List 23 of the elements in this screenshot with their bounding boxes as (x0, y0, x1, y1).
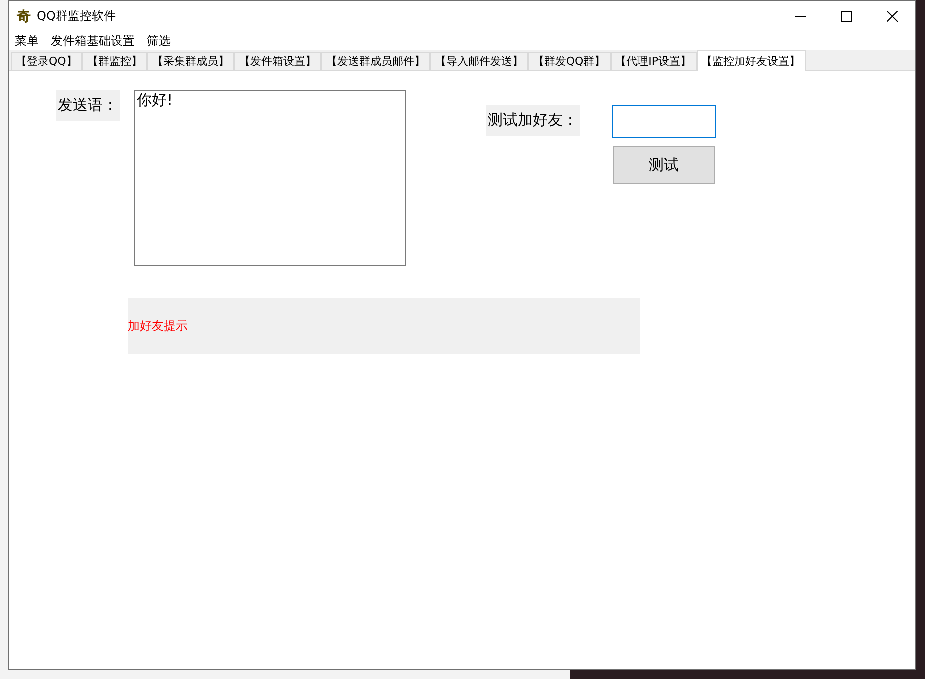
tab[interactable]: 【发送群成员邮件】 (321, 52, 430, 70)
minimize-icon (794, 16, 806, 17)
window-title: QQ群监控软件 (37, 8, 116, 25)
hint-text: 加好友提示 (128, 298, 640, 354)
tab[interactable]: 【导入邮件发送】 (430, 52, 528, 70)
menu-item[interactable]: 菜单 (15, 32, 39, 50)
test-button[interactable]: 测试 (613, 146, 715, 184)
close-icon (886, 11, 898, 22)
tab[interactable]: 【群发QQ群】 (528, 52, 611, 70)
greeting-label: 发送语： (56, 90, 120, 121)
tab[interactable]: 【监控加好友设置】 (696, 50, 806, 71)
tab[interactable]: 【发件箱设置】 (234, 52, 322, 70)
greeting-field[interactable]: 你好! (134, 90, 406, 266)
app-icon: 奇 (17, 8, 31, 26)
menu-item[interactable]: 筛选 (147, 32, 171, 50)
tab[interactable]: 【代理IP设置】 (610, 52, 697, 70)
tab[interactable]: 【群监控】 (82, 52, 148, 70)
maximize-icon (840, 11, 852, 22)
test-add-friend-label: 测试加好友： (486, 105, 580, 136)
menu-item[interactable]: 发件箱基础设置 (51, 32, 135, 50)
tab[interactable]: 【登录QQ】 (11, 52, 82, 70)
tab[interactable]: 【采集群成员】 (147, 52, 234, 70)
qq-input-field[interactable] (612, 105, 716, 138)
